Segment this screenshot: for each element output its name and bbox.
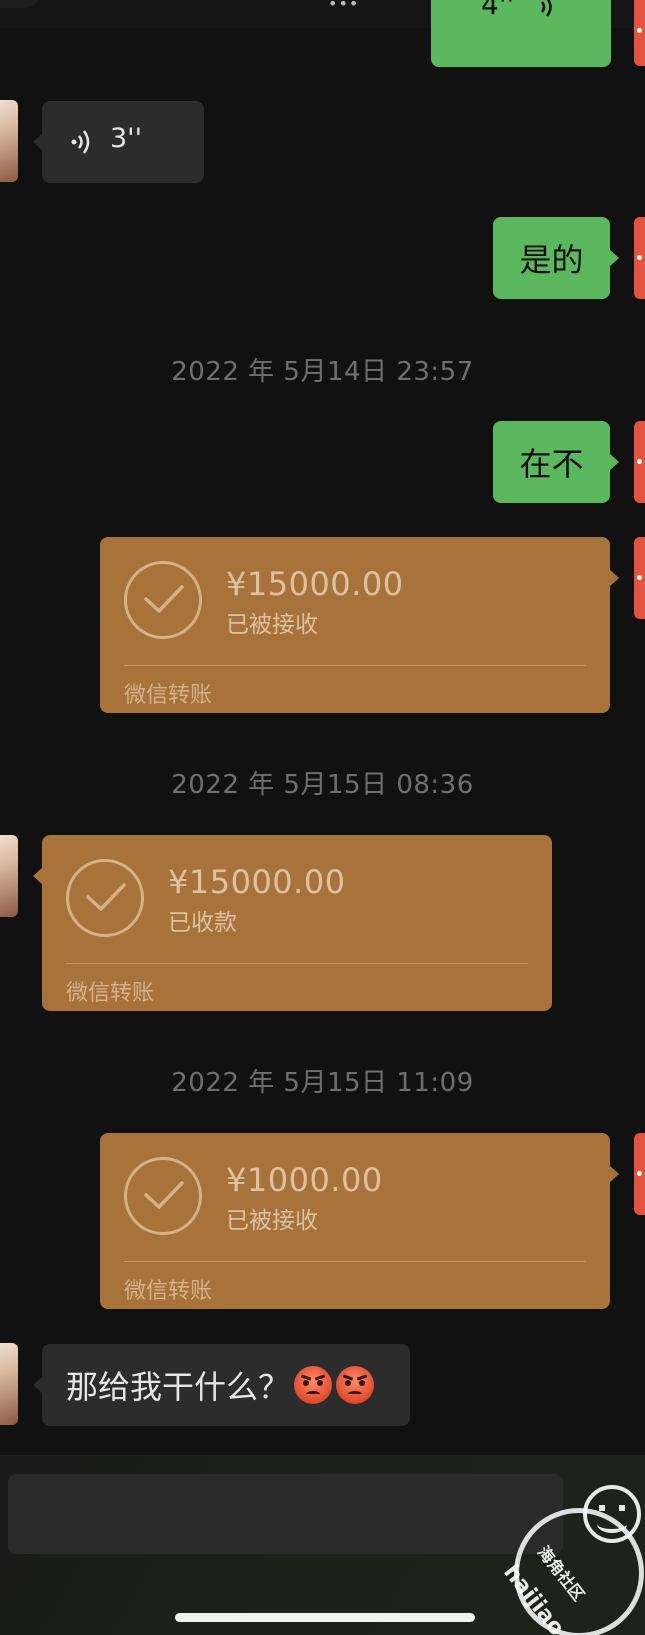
avatar-contact[interactable] <box>0 1343 18 1425</box>
voice-duration: 4'' <box>481 0 515 21</box>
angry-face-emoji <box>294 1366 333 1404</box>
transfer-status: 已收款 <box>168 910 237 936</box>
transfer-card[interactable]: ¥15000.00 已收款 微信转账 <box>33 835 552 1011</box>
avatar-self[interactable] <box>634 0 645 66</box>
angry-face-emoji <box>336 1366 375 1404</box>
voice-message-in[interactable]: 3'' <box>33 101 204 183</box>
message-input[interactable] <box>8 1474 563 1554</box>
text-message-out[interactable]: 在不 <box>493 421 619 503</box>
message-text: 在不 <box>519 445 584 483</box>
message-text: 那给我干什么？ <box>66 1368 291 1406</box>
text-message-in[interactable]: 那给我干什么？ <box>33 1344 410 1426</box>
transfer-amount: ¥1000.00 <box>226 1161 383 1199</box>
avatar-contact[interactable] <box>0 100 18 182</box>
divider <box>124 665 586 666</box>
transfer-amount: ¥15000.00 <box>226 565 404 603</box>
more-icon[interactable]: ••• <box>328 0 359 13</box>
check-circle-icon <box>124 561 202 639</box>
divider <box>66 963 528 964</box>
check-circle-icon <box>66 859 144 937</box>
transfer-label: 微信转账 <box>124 683 213 708</box>
avatar-self[interactable] <box>634 537 645 619</box>
avatar-self[interactable] <box>634 421 645 503</box>
transfer-label: 微信转账 <box>66 981 155 1006</box>
text-message-out[interactable]: 是的 <box>493 217 619 299</box>
check-circle-icon <box>124 1157 202 1235</box>
transfer-amount: ¥15000.00 <box>168 863 346 901</box>
avatar-self[interactable] <box>634 217 645 299</box>
watermark-face-icon <box>583 1485 641 1543</box>
avatar-self[interactable] <box>634 1133 645 1215</box>
home-indicator[interactable] <box>175 1613 475 1622</box>
voice-wave-icon <box>70 127 94 165</box>
voice-wave-icon <box>536 0 558 24</box>
voice-message-out[interactable]: 4'' <box>431 0 611 67</box>
timestamp: 2022 年 5月14日 23:57 <box>171 357 474 387</box>
transfer-status: 已被接收 <box>226 612 318 638</box>
voice-duration: 3'' <box>110 123 143 154</box>
divider <box>124 1261 586 1262</box>
message-text: 是的 <box>519 241 584 279</box>
timestamp: 2022 年 5月15日 11:09 <box>171 1068 474 1098</box>
timestamp: 2022 年 5月15日 08:36 <box>171 770 474 800</box>
avatar-contact[interactable] <box>0 835 18 917</box>
transfer-label: 微信转账 <box>124 1279 213 1304</box>
transfer-status: 已被接收 <box>226 1208 318 1234</box>
transfer-card[interactable]: ¥1000.00 已被接收 微信转账 <box>100 1133 619 1309</box>
transfer-card[interactable]: ¥15000.00 已被接收 微信转账 <box>100 537 619 713</box>
